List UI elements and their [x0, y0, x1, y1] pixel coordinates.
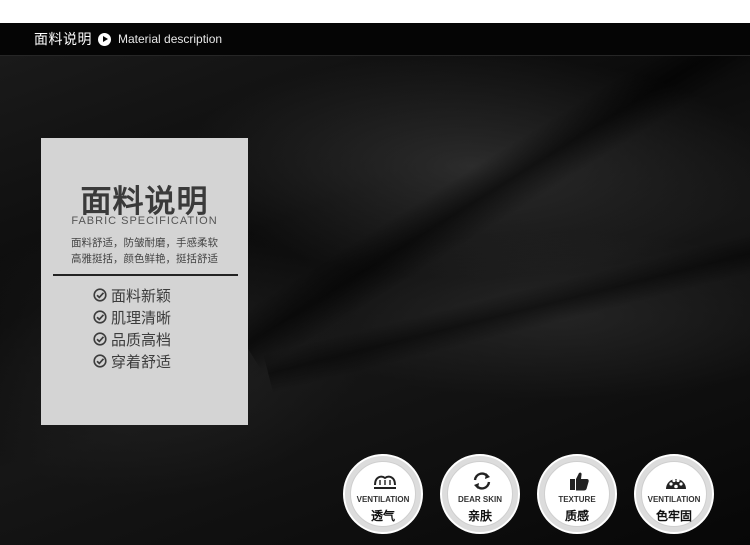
badge-inner: VENTILATION 透气: [350, 461, 416, 527]
feature-item: 品质高档: [93, 329, 171, 349]
check-circle-icon: [93, 310, 107, 324]
check-circle-icon: [93, 332, 107, 346]
badge-label-cn: 色牢固: [655, 509, 692, 523]
check-circle-icon: [93, 288, 107, 302]
badge-label-cn: 亲肤: [467, 509, 492, 523]
fabric-spec-card: 面料说明 FABRIC SPECIFICATION 面料舒适，防皱耐磨，手感柔软…: [41, 138, 248, 425]
badge-label-en: VENTILATION: [356, 495, 410, 504]
feature-label: 肌理清晰: [111, 308, 172, 327]
thumbs-up-icon: [570, 472, 589, 491]
badge-inner: VENTILATION 色牢固: [641, 461, 707, 527]
feature-item: 穿着舒适: [93, 351, 171, 371]
ventilation-icon: [374, 475, 396, 489]
card-subtitle: FABRIC SPECIFICATION: [71, 215, 218, 227]
badge-label-cn: 透气: [370, 509, 395, 523]
card-description-line: 高雅挺括，颜色鲜艳，挺括舒适: [71, 253, 218, 265]
divider: [53, 274, 238, 276]
card-description-line: 面料舒适，防皱耐磨，手感柔软: [71, 237, 218, 249]
feature-label: 面料新颖: [111, 286, 172, 305]
badge-ventilation: VENTILATION 透气: [343, 454, 423, 534]
badge-inner: DEAR SKIN 亲肤: [447, 461, 513, 527]
top-margin: [0, 0, 750, 23]
refresh-icon: [473, 472, 491, 490]
badge-texture: TEXTURE 质感: [537, 454, 617, 534]
badge-label-en: DEAR SKIN: [457, 495, 502, 504]
feature-item: 面料新颖: [93, 285, 171, 305]
badge-inner: TEXTURE 质感: [544, 461, 610, 527]
badge-dear-skin: DEAR SKIN 亲肤: [440, 454, 520, 534]
header-title-cn: 面料说明: [34, 31, 92, 47]
check-circle-icon: [93, 354, 107, 368]
header-title-en: Material description: [118, 32, 223, 46]
feature-label: 穿着舒适: [111, 352, 172, 371]
material-description-page: 面料说明 Material description 面料说明 FABRIC SP…: [0, 0, 750, 545]
feature-label: 品质高档: [111, 330, 172, 349]
feature-item: 肌理清晰: [93, 307, 171, 327]
badge-label-cn: 质感: [564, 509, 589, 523]
section-header: 面料说明 Material description: [0, 23, 750, 56]
badge-label-en: TEXTURE: [558, 495, 596, 504]
palette-icon: [666, 478, 686, 489]
badge-label-en: VENTILATION: [647, 495, 701, 504]
play-arrow-icon: [98, 32, 111, 46]
badge-color-fastness: VENTILATION 色牢固: [634, 454, 714, 534]
